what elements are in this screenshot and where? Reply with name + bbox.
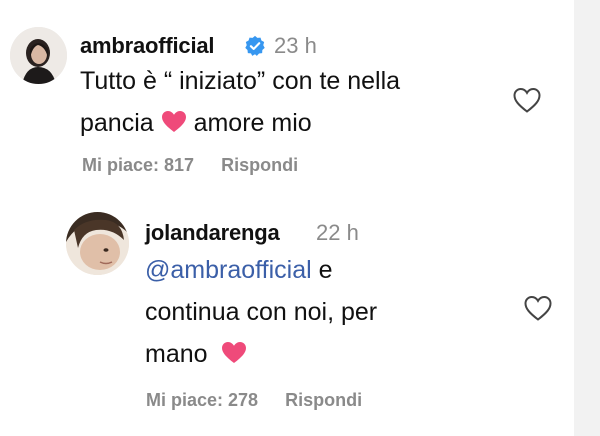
avatar[interactable]: [66, 212, 129, 275]
pink-heart-emoji: [161, 111, 186, 132]
comment-text-line-2a: pancia: [80, 109, 154, 137]
comment-meta: Mi piace: 817 Rispondi: [82, 155, 320, 176]
heart-outline-icon[interactable]: [512, 86, 542, 114]
comment-text-line-1: e: [318, 256, 333, 284]
username[interactable]: jolandarenga: [145, 220, 280, 246]
comment-text-line-2: continua con noi, per: [145, 298, 378, 326]
comment-text-line-2b: amore mio: [193, 109, 312, 137]
heart-outline-icon[interactable]: [523, 294, 553, 322]
avatar-photo-icon: [10, 27, 67, 84]
avatar[interactable]: [10, 27, 67, 84]
likes-count[interactable]: Mi piace: 817: [82, 155, 194, 175]
comment-text: @ambraofficial e continua con noi, per m…: [145, 249, 445, 375]
comment-text-line-3: mano: [145, 340, 208, 368]
comment-text: Tutto è “ iniziato” con te nella pancia …: [80, 60, 500, 144]
verified-badge-icon: [245, 35, 265, 56]
likes-count[interactable]: Mi piace: 278: [146, 390, 258, 410]
comment-meta: Mi piace: 278 Rispondi: [146, 390, 384, 411]
mention-link[interactable]: @ambraofficial: [145, 256, 312, 284]
timestamp: 22 h: [316, 220, 359, 245]
comment-text-line-1: Tutto è “ iniziato” con te nella: [80, 67, 401, 95]
reply-button[interactable]: Rispondi: [285, 390, 362, 410]
avatar-photo-icon: [66, 212, 129, 275]
pink-heart-emoji: [221, 342, 246, 363]
reply-button[interactable]: Rispondi: [221, 155, 298, 175]
timestamp: 23 h: [274, 33, 317, 58]
scrollbar-track: [574, 0, 600, 436]
username[interactable]: ambraofficial: [80, 33, 215, 59]
